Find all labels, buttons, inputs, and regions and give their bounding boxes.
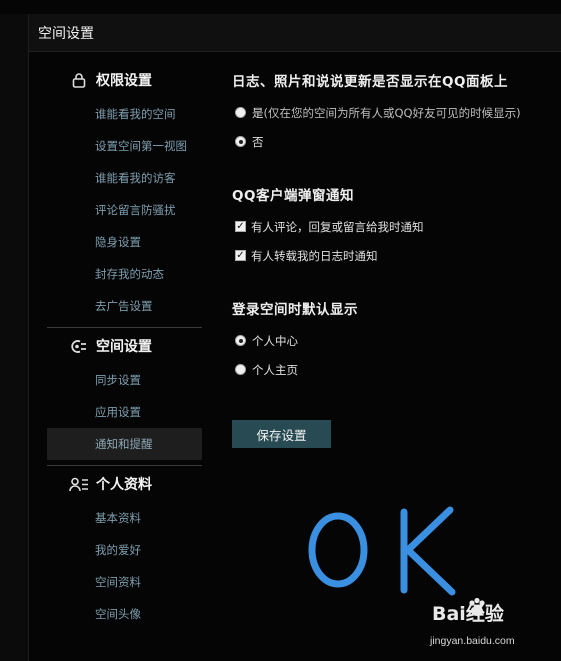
option-label: 有人评论，回复或留言给我时通知 (251, 219, 424, 234)
space-settings-icon (69, 337, 89, 355)
main-content: 日志、照片和说说更新是否显示在QQ面板上 是 (仅在您的空间为所有人或QQ好友可… (232, 62, 552, 384)
option-label: 是 (252, 105, 264, 120)
option-notify-comments[interactable]: ✓ 有人评论，回复或留言给我时通知 (232, 212, 552, 241)
ok-annotation: OK (308, 506, 456, 596)
sidebar-item-stealth[interactable]: 隐身设置 (47, 226, 202, 258)
group-profile: 个人资料 (47, 466, 202, 502)
option-hint: (仅在您的空间为所有人或QQ好友可见的时候显示) (263, 105, 521, 120)
baidu-jingyan-watermark: Bai经验 jingyan.baidu.com (420, 595, 555, 655)
sidebar-item-notifications[interactable]: 通知和提醒 (47, 428, 202, 460)
top-band (0, 0, 561, 14)
radio-button[interactable] (235, 364, 246, 375)
save-button[interactable]: 保存设置 (232, 420, 331, 448)
group-title-label: 权限设置 (96, 73, 152, 89)
sidebar-item-anti-harassment[interactable]: 评论留言防骚扰 (47, 194, 202, 226)
sidebar-item-who-can-see-space[interactable]: 谁能看我的空间 (47, 98, 202, 130)
section-title-default-view: 登录空间时默认显示 (232, 302, 358, 318)
lock-icon (69, 71, 89, 89)
section-title-panel-display: 日志、照片和说说更新是否显示在QQ面板上 (232, 74, 508, 90)
sidebar-item-space-info[interactable]: 空间资料 (47, 566, 202, 598)
sidebar-item-hobbies[interactable]: 我的爱好 (47, 534, 202, 566)
sidebar-item-remove-ads[interactable]: 去广告设置 (47, 290, 202, 322)
watermark-url: jingyan.baidu.com (430, 635, 515, 647)
sidebar: 权限设置 谁能看我的空间 设置空间第一视图 谁能看我的访客 评论留言防骚扰 隐身… (47, 62, 202, 630)
watermark-brand: Bai经验 (432, 603, 504, 625)
option-label: 个人中心 (252, 333, 298, 348)
option-personal-homepage[interactable]: 个人主页 (232, 355, 552, 384)
option-label: 个人主页 (252, 362, 298, 377)
sidebar-item-who-can-see-visitors[interactable]: 谁能看我的访客 (47, 162, 202, 194)
option-show-yes[interactable]: 是 (仅在您的空间为所有人或QQ好友可见的时候显示) (232, 98, 552, 127)
option-personal-center[interactable]: 个人中心 (232, 326, 552, 355)
sidebar-item-archive-feeds[interactable]: 封存我的动态 (47, 258, 202, 290)
group-permission-settings: 权限设置 (47, 62, 202, 98)
profile-icon (69, 475, 89, 493)
sidebar-item-sync[interactable]: 同步设置 (47, 364, 202, 396)
panel-title: 空间设置 (29, 14, 561, 52)
option-label: 有人转载我的日志时通知 (251, 248, 378, 263)
radio-button-selected[interactable] (235, 335, 246, 346)
section-title-popup-notify: QQ客户端弹窗通知 (232, 188, 354, 204)
group-space-settings: 空间设置 (47, 328, 202, 364)
sidebar-item-basic-info[interactable]: 基本资料 (47, 502, 202, 534)
radio-button-selected[interactable] (235, 136, 246, 147)
option-notify-reposts[interactable]: ✓ 有人转载我的日志时通知 (232, 241, 552, 270)
checkbox-checked[interactable]: ✓ (235, 221, 246, 232)
sidebar-item-apps[interactable]: 应用设置 (47, 396, 202, 428)
group-title-label: 个人资料 (96, 477, 152, 493)
sidebar-item-first-view[interactable]: 设置空间第一视图 (47, 130, 202, 162)
checkbox-checked[interactable]: ✓ (235, 250, 246, 261)
radio-button[interactable] (235, 107, 246, 118)
group-title-label: 空间设置 (96, 339, 152, 355)
option-label: 否 (252, 134, 264, 149)
option-show-no[interactable]: 否 (232, 127, 552, 156)
sidebar-item-avatar[interactable]: 空间头像 (47, 598, 202, 630)
